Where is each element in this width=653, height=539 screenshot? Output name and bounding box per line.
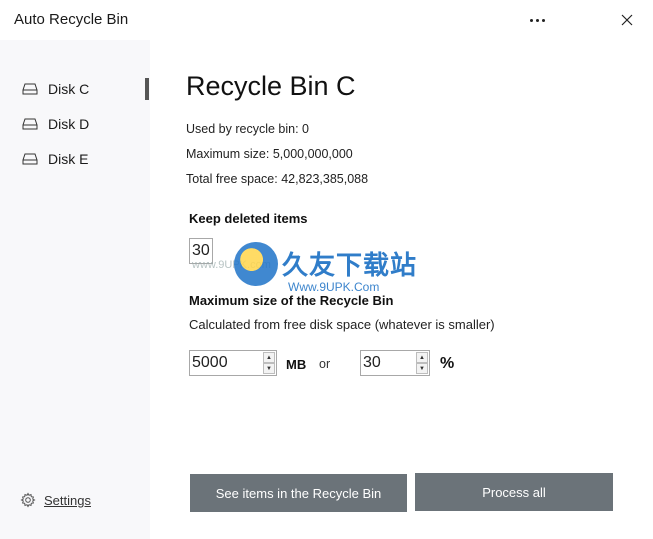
percent-unit: % [440, 355, 455, 372]
percent-stepper: ▲ ▼ [360, 350, 430, 376]
sidebar-item-label: Disk E [48, 151, 89, 167]
settings-link[interactable]: Settings [20, 490, 91, 510]
mb-stepper: ▲ ▼ [189, 350, 277, 376]
increment-button[interactable]: ▲ [263, 352, 275, 363]
max-size-description: Calculated from free disk space (whateve… [189, 317, 495, 332]
decrement-button[interactable]: ▼ [263, 363, 275, 374]
more-options-button[interactable] [522, 6, 552, 34]
percent-stepper-arrows: ▲ ▼ [416, 352, 428, 374]
maximum-size: Maximum size: 5,000,000,000 [186, 147, 353, 161]
mb-unit: MB [286, 357, 307, 372]
sidebar-item-disk-d[interactable]: Disk D [0, 109, 150, 139]
max-size-title: Maximum size of the Recycle Bin [189, 293, 394, 308]
gear-icon [20, 492, 36, 508]
total-free-space: Total free space: 42,823,385,088 [186, 172, 369, 186]
watermark-url: Www.9UPK.Com [288, 280, 380, 294]
mb-stepper-arrows: ▲ ▼ [263, 352, 275, 374]
drive-icon [22, 118, 38, 130]
close-icon [621, 14, 633, 26]
see-items-button[interactable]: See items in the Recycle Bin [190, 474, 407, 512]
settings-label: Settings [44, 492, 91, 508]
more-horizontal-icon [529, 18, 545, 22]
percent-input[interactable] [361, 351, 415, 375]
increment-button[interactable]: ▲ [416, 352, 428, 363]
process-all-button[interactable]: Process all [415, 473, 613, 511]
decrement-button[interactable]: ▼ [416, 363, 428, 374]
close-button[interactable] [612, 6, 642, 34]
sidebar: Disk C Disk D Disk E Settings [0, 40, 150, 539]
mb-input[interactable] [190, 351, 262, 375]
drive-icon [22, 153, 38, 165]
or-label: or [319, 357, 331, 371]
app-title: Auto Recycle Bin [14, 11, 129, 28]
keep-deleted-items-title: Keep deleted items [189, 211, 308, 226]
sidebar-item-label: Disk C [48, 81, 90, 97]
used-by-recycle-bin: Used by recycle bin: 0 [186, 122, 309, 136]
sidebar-item-disk-c[interactable]: Disk C [0, 74, 150, 104]
watermark-brand: 久友下载站 [282, 251, 418, 281]
drive-icon [22, 83, 38, 95]
page-title: Recycle Bin C [186, 71, 356, 101]
title-bar: Auto Recycle Bin [0, 0, 653, 40]
active-indicator [145, 78, 149, 100]
watermark-logo [234, 242, 278, 286]
sidebar-item-disk-e[interactable]: Disk E [0, 144, 150, 174]
sidebar-item-label: Disk D [48, 116, 90, 132]
